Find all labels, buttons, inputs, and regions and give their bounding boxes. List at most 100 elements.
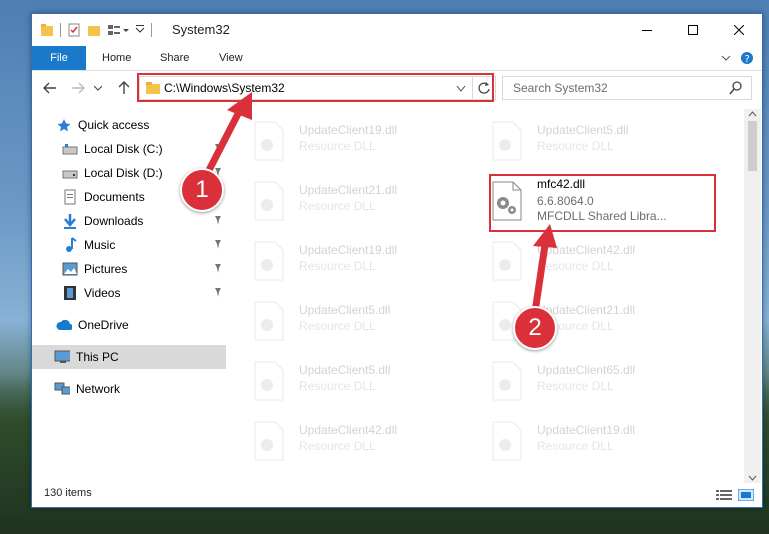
arrow-right-icon [72, 82, 85, 94]
item-count: 130 items [44, 487, 92, 499]
forward-button[interactable] [68, 77, 88, 99]
new-folder-icon[interactable] [87, 23, 101, 37]
ribbon-tabs: File Home Share View ? [32, 46, 762, 71]
step-badge-1: 1 [180, 168, 224, 212]
pin-icon [215, 144, 221, 153]
status-bar: 130 items [32, 483, 762, 507]
dll-file-icon [492, 421, 522, 461]
file-name: UpdateClient5.dll [537, 123, 629, 137]
drive-icon [62, 165, 78, 181]
close-button[interactable] [716, 14, 762, 46]
star-icon [56, 117, 72, 133]
sidebar-item-onedrive[interactable]: OneDrive [32, 313, 226, 337]
file-description: Resource DLL [299, 319, 376, 333]
back-button[interactable] [40, 77, 60, 99]
file-item[interactable]: UpdateClient21.dll Resource DLL [467, 295, 687, 347]
file-item[interactable]: UpdateClient19.dll Resource DLL [467, 415, 687, 467]
sidebar-item-network[interactable]: Network [32, 377, 226, 401]
sidebar-item-label: Music [84, 238, 116, 252]
music-icon [62, 237, 78, 253]
file-item[interactable]: UpdateClient5.dll Resource DLL [229, 355, 449, 407]
tab-file[interactable]: File [32, 46, 86, 70]
tab-view[interactable]: View [219, 46, 243, 70]
file-item[interactable]: UpdateClient5.dll Resource DLL [467, 115, 687, 167]
file-description: Resource DLL [299, 199, 376, 213]
folder-icon [41, 24, 53, 36]
file-description: Resource DLL [537, 379, 614, 393]
arrow-left-icon [43, 82, 56, 94]
tab-home[interactable]: Home [102, 46, 131, 70]
step-badge-2: 2 [513, 306, 557, 350]
file-item[interactable]: UpdateClient65.dll Resource DLL [467, 355, 687, 407]
separator [60, 23, 61, 37]
file-name: UpdateClient42.dll [537, 243, 636, 257]
window-title: System32 [172, 22, 230, 37]
details-view-icon[interactable] [716, 489, 732, 501]
file-item[interactable]: UpdateClient19.dll Resource DLL [229, 235, 449, 287]
file-item[interactable]: UpdateClient42.dll Resource DLL [229, 415, 449, 467]
recent-locations-button[interactable] [92, 77, 104, 99]
search-icon [729, 81, 742, 95]
sidebar-item-label: Videos [84, 286, 121, 300]
sidebar-item-downloads[interactable]: Downloads [32, 209, 226, 233]
minimize-button[interactable] [624, 14, 670, 46]
sidebar-item-label: Documents [84, 190, 145, 204]
customize-toolbar-icon[interactable] [107, 23, 129, 37]
pin-icon [215, 216, 221, 225]
drive-icon [62, 141, 78, 157]
vertical-scrollbar[interactable] [744, 109, 761, 483]
sidebar-item-videos[interactable]: Videos [32, 281, 226, 305]
file-item[interactable]: UpdateClient42.dll Resource DLL [467, 235, 687, 287]
dll-file-icon [254, 181, 284, 221]
scrollbar-thumb[interactable] [748, 121, 757, 171]
file-description: Resource DLL [537, 139, 614, 153]
file-description: Resource DLL [537, 439, 614, 453]
sidebar-item-pictures[interactable]: Pictures [32, 257, 226, 281]
sidebar-item-quick-access[interactable]: Quick access [32, 113, 226, 137]
sidebar-item-label: OneDrive [78, 318, 129, 332]
properties-icon[interactable] [67, 23, 81, 37]
file-highlight-box [489, 174, 716, 232]
maximize-icon [688, 25, 698, 35]
sidebar-item-local-disk-c[interactable]: Local Disk (C:) [32, 137, 226, 161]
file-item[interactable]: UpdateClient19.dll Resource DLL [229, 115, 449, 167]
file-name: UpdateClient5.dll [299, 363, 391, 377]
computer-icon [54, 349, 70, 365]
pin-icon [215, 264, 221, 273]
sidebar-item-this-pc[interactable]: This PC [32, 345, 226, 369]
search-box[interactable]: Search System32 [502, 76, 752, 100]
up-button[interactable] [114, 77, 134, 99]
pin-icon [215, 288, 221, 297]
file-name: UpdateClient19.dll [537, 423, 636, 437]
tab-share[interactable]: Share [160, 46, 189, 70]
dll-file-icon [492, 241, 522, 281]
file-item[interactable]: UpdateClient5.dll Resource DLL [229, 295, 449, 347]
file-name: UpdateClient65.dll [537, 363, 636, 377]
sidebar-item-music[interactable]: Music [32, 233, 226, 257]
minimize-icon [642, 30, 652, 31]
maximize-button[interactable] [670, 14, 716, 46]
pictures-icon [62, 261, 78, 277]
file-description: Resource DLL [299, 439, 376, 453]
file-item[interactable]: UpdateClient21.dll Resource DLL [229, 175, 449, 227]
navigation-pane: Quick access Local Disk (C:) Local Disk … [32, 109, 226, 483]
close-icon [734, 25, 744, 35]
scroll-up-icon[interactable] [744, 109, 761, 119]
chevron-down-icon[interactable] [720, 52, 732, 64]
dll-file-icon [254, 301, 284, 341]
file-description: Resource DLL [537, 259, 614, 273]
file-description: Resource DLL [299, 139, 376, 153]
svg-text:?: ? [745, 54, 750, 65]
sidebar-item-label: Local Disk (D:) [84, 166, 163, 180]
sidebar-item-label: This PC [76, 350, 119, 364]
file-name: UpdateClient5.dll [299, 303, 391, 317]
documents-icon [62, 189, 78, 205]
scroll-down-icon[interactable] [744, 473, 761, 483]
dll-file-icon [254, 421, 284, 461]
file-list: UpdateClient19.dll Resource DLL UpdateCl… [229, 109, 741, 483]
chevron-down-icon[interactable] [135, 23, 145, 37]
tiles-view-icon[interactable] [738, 489, 754, 501]
help-icon[interactable]: ? [740, 51, 754, 65]
cloud-icon [56, 317, 72, 333]
address-highlight-box [137, 73, 494, 102]
